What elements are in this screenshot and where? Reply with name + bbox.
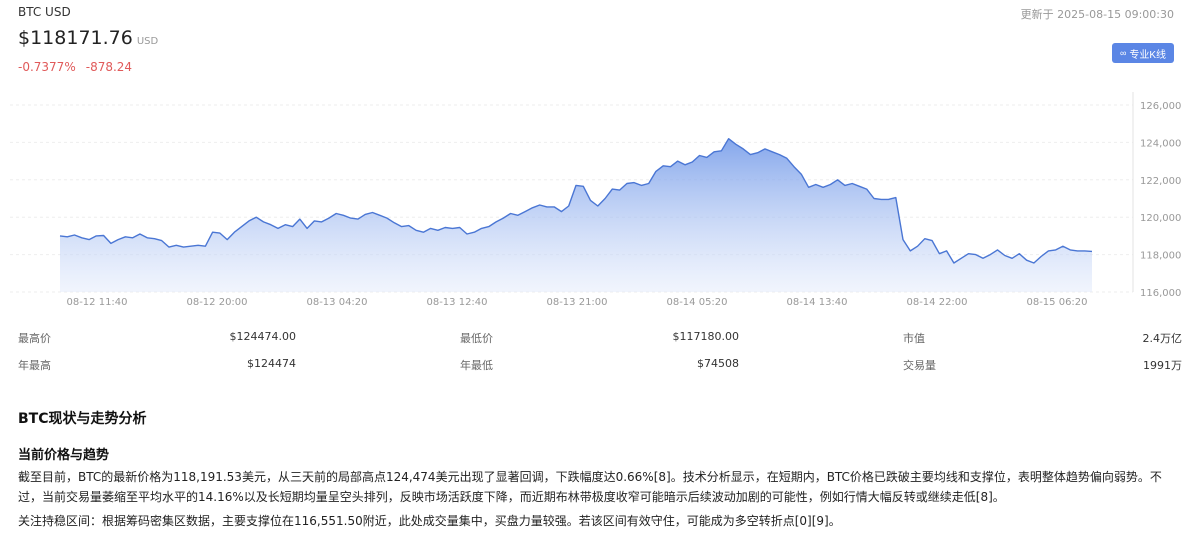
price-change: -0.7377% -878.24 (18, 60, 132, 74)
stat-value: $117180.00 (672, 330, 739, 343)
analysis-title: BTC现状与走势分析 (18, 411, 147, 427)
x-tick-label: 08-12 11:40 (66, 297, 127, 308)
x-tick-label: 08-15 06:20 (1026, 297, 1087, 308)
stat-value: 1991万 (1143, 359, 1182, 372)
y-axis-ticks: 116,000 118,000 120,000 122,000 124,000 126,0… (1140, 101, 1181, 299)
change-absolute: -878.24 (85, 60, 133, 74)
price-display: $118171.76 USD (18, 27, 158, 49)
price-value: $118171.76 (18, 27, 133, 49)
y-tick-label: 118,000 (1140, 251, 1181, 262)
x-axis-ticks: 08-12 11:40 08-12 20:00 08-13 04:20 08-13 1… (66, 297, 1087, 308)
stat-label: 年最低 (460, 359, 493, 372)
x-tick-label: 08-13 04:20 (306, 297, 367, 308)
x-tick-label: 08-13 21:00 (546, 297, 607, 308)
y-tick-label: 126,000 (1140, 101, 1181, 112)
y-tick-label: 116,000 (1140, 288, 1181, 299)
change-percent: -0.7377% (18, 60, 76, 74)
stat-value: $124474 (247, 357, 296, 370)
stat-label: 年最高 (18, 359, 51, 372)
stat-value: $74508 (697, 357, 739, 370)
x-tick-label: 08-14 22:00 (906, 297, 967, 308)
x-tick-label: 08-13 12:40 (426, 297, 487, 308)
analysis-subtitle: 当前价格与趋势 (18, 448, 110, 463)
x-tick-label: 08-12 20:00 (186, 297, 247, 308)
currency-label: USD (136, 36, 159, 47)
stat-label: 交易量 (903, 359, 936, 372)
support-paragraph: 关注持稳区间：根据筹码密集区数据，主要支撑位在116,551.50附近，此处成交… (18, 514, 841, 528)
kline-icon: ∞ (1119, 48, 1127, 58)
pro-kline-label: 专业K线 (1129, 49, 1167, 61)
stat-label: 市值 (903, 332, 925, 345)
stat-value: 2.4万亿 (1142, 332, 1183, 345)
x-tick-label: 08-14 13:40 (786, 297, 847, 308)
y-tick-label: 122,000 (1140, 176, 1181, 187)
y-tick-label: 120,000 (1140, 213, 1181, 224)
symbol-label: BTC USD (18, 5, 71, 19)
y-tick-label: 124,000 (1140, 138, 1181, 149)
analysis-paragraph: 截至目前，BTC的最新价格为118,191.53美元，从三天前的局部高点124,… (18, 470, 1162, 504)
update-timestamp: 更新于 2025-08-15 09:00:30 (1020, 8, 1174, 21)
stat-label: 最低价 (460, 332, 493, 345)
price-area (60, 138, 1092, 292)
price-chart[interactable]: 116,000 118,000 120,000 122,000 124,000 126,0… (0, 92, 1200, 314)
btc-quote-page: BTC USD 更新于 2025-08-15 09:00:30 $118171.… (0, 0, 1200, 536)
stat-label: 最高价 (18, 332, 51, 345)
x-tick-label: 08-14 05:20 (666, 297, 727, 308)
stat-value: $124474.00 (229, 330, 296, 343)
pro-kline-button[interactable]: ∞ 专业K线 (1112, 43, 1174, 63)
